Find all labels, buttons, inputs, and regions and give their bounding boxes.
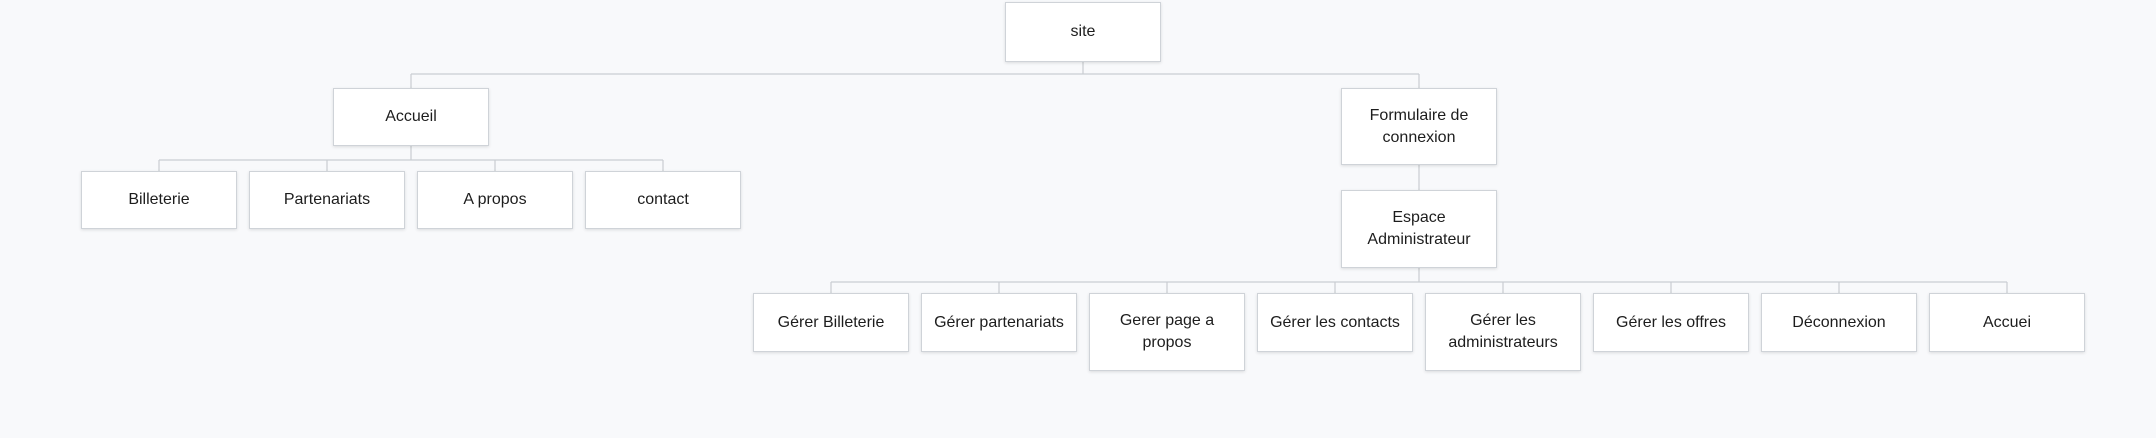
sitemap-diagram: site Accueil Formulaire de connexion Bil… xyxy=(0,0,2156,438)
node-gerer-page-a-propos-label: Gerer page a propos xyxy=(1119,312,1215,351)
node-partenariats: Partenariats xyxy=(249,171,405,229)
node-gerer-partenariats: Gérer partenariats xyxy=(921,293,1077,352)
node-gerer-page-a-propos: Gerer page a propos xyxy=(1089,293,1245,371)
node-gerer-les-administrateurs-label: Gérer les administrateurs xyxy=(1448,312,1558,351)
node-contact-label: contact xyxy=(637,191,689,208)
node-partenariats-label: Partenariats xyxy=(283,191,371,208)
node-billeterie: Billeterie xyxy=(81,171,237,229)
node-formulaire-connexion-label: Formulaire de connexion xyxy=(1369,106,1469,146)
node-accuei: Accuei xyxy=(1929,293,2085,352)
node-gerer-billeterie: Gérer Billeterie xyxy=(753,293,909,352)
node-gerer-les-offres-label: Gérer les offres xyxy=(1616,313,1726,331)
node-deconnexion: Déconnexion xyxy=(1761,293,1917,352)
node-site-label: site xyxy=(1070,23,1096,40)
node-gerer-partenariats-label: Gérer partenariats xyxy=(934,313,1064,331)
node-formulaire-connexion: Formulaire de connexion xyxy=(1341,88,1497,165)
node-espace-administrateur: Espace Administrateur xyxy=(1341,190,1497,268)
node-billeterie-label: Billeterie xyxy=(128,191,190,208)
node-accuei-label: Accuei xyxy=(1982,313,2032,331)
node-gerer-billeterie-label: Gérer Billeterie xyxy=(777,313,885,331)
node-site: site xyxy=(1005,2,1161,62)
node-accueil: Accueil xyxy=(333,88,489,146)
node-gerer-les-offres: Gérer les offres xyxy=(1593,293,1749,352)
node-deconnexion-label: Déconnexion xyxy=(1792,313,1886,331)
node-gerer-les-administrateurs: Gérer les administrateurs xyxy=(1425,293,1581,371)
node-espace-administrateur-label: Espace Administrateur xyxy=(1367,209,1471,248)
node-gerer-les-contacts-label: Gérer les contacts xyxy=(1270,313,1400,331)
node-gerer-les-contacts: Gérer les contacts xyxy=(1257,293,1413,352)
node-a-propos: A propos xyxy=(417,171,573,229)
node-contact: contact xyxy=(585,171,741,229)
node-accueil-label: Accueil xyxy=(385,108,437,125)
node-a-propos-label: A propos xyxy=(463,191,527,208)
